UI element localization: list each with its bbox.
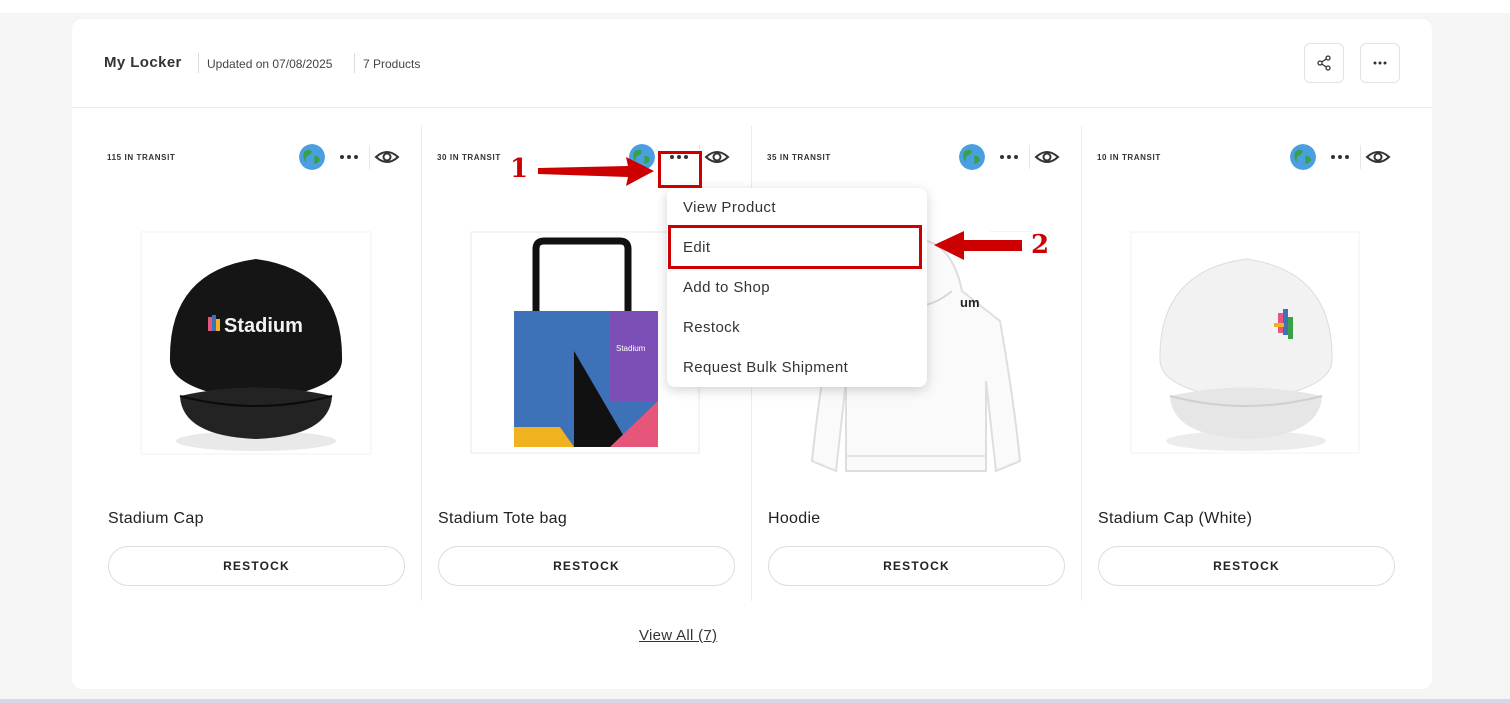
product-name[interactable]: Stadium Cap <box>108 510 204 528</box>
globe-icon[interactable] <box>959 144 985 170</box>
transit-count: 30 IN TRANSIT <box>437 153 501 162</box>
product-options-menu: View Product Edit Add to Shop Restock Re… <box>667 188 927 387</box>
restock-button[interactable]: RESTOCK <box>768 546 1065 586</box>
divider <box>1029 145 1030 169</box>
bottom-border <box>0 699 1510 703</box>
eye-icon[interactable] <box>704 144 730 170</box>
highlight-box-more-button <box>658 151 702 188</box>
product-name[interactable]: Stadium Tote bag <box>438 510 567 528</box>
divider <box>369 145 370 169</box>
tote-logo-text: Stadium <box>616 344 646 353</box>
menu-item-view-product[interactable]: View Product <box>683 199 776 216</box>
globe-icon[interactable] <box>1290 144 1316 170</box>
product-count: 7 Products <box>363 57 421 71</box>
eye-icon[interactable] <box>374 144 400 170</box>
product-card: 115 IN TRANSIT Stadium Stadium Cap RESTO… <box>72 126 405 601</box>
locker-header: My Locker Updated on 07/08/2025 7 Produc… <box>72 19 1432 108</box>
menu-item-request-bulk-shipment[interactable]: Request Bulk Shipment <box>683 359 848 376</box>
view-all-link[interactable]: View All (7) <box>639 627 717 644</box>
top-strip <box>0 0 1510 13</box>
header-divider <box>354 53 355 73</box>
hoodie-logo-text: um <box>960 295 980 310</box>
share-icon <box>1317 55 1331 71</box>
restock-button[interactable]: RESTOCK <box>438 546 735 586</box>
product-name[interactable]: Stadium Cap (White) <box>1098 510 1252 528</box>
transit-count: 10 IN TRANSIT <box>1097 153 1161 162</box>
cap-logo-text: Stadium <box>224 315 303 337</box>
transit-count: 115 IN TRANSIT <box>107 153 176 162</box>
globe-icon[interactable] <box>299 144 325 170</box>
more-options-button[interactable] <box>1320 145 1360 169</box>
more-options-button[interactable] <box>329 145 369 169</box>
locker-title: My Locker <box>104 54 182 71</box>
more-options-button[interactable] <box>989 145 1029 169</box>
product-name[interactable]: Hoodie <box>768 510 821 528</box>
divider <box>1360 145 1361 169</box>
eye-icon[interactable] <box>1365 144 1391 170</box>
share-button[interactable] <box>1304 43 1344 83</box>
header-divider <box>198 53 199 73</box>
eye-icon[interactable] <box>1034 144 1060 170</box>
restock-button[interactable]: RESTOCK <box>108 546 405 586</box>
annotation-number-2: 2 <box>1031 230 1050 260</box>
more-icon <box>1373 61 1387 65</box>
header-more-button[interactable] <box>1360 43 1400 83</box>
updated-date: Updated on 07/08/2025 <box>207 57 333 71</box>
product-image-black-cap[interactable]: Stadium <box>140 231 372 456</box>
product-card: 10 IN TRANSIT Stadium Cap (White) RESTOC… <box>1062 126 1395 601</box>
annotation-number-1: 1 <box>510 154 529 184</box>
transit-count: 35 IN TRANSIT <box>767 153 831 162</box>
menu-item-restock[interactable]: Restock <box>683 319 740 336</box>
menu-item-add-to-shop[interactable]: Add to Shop <box>683 279 770 296</box>
globe-icon[interactable] <box>629 144 655 170</box>
highlight-box-edit <box>668 225 922 269</box>
restock-button[interactable]: RESTOCK <box>1098 546 1395 586</box>
product-image-white-cap[interactable] <box>1130 231 1362 456</box>
